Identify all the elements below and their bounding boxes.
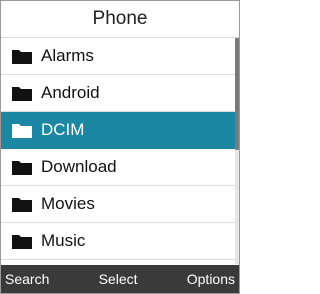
list-item-label: Movies — [41, 194, 95, 213]
phone-screen: Phone Alarms Android DCIM Download Movie… — [0, 0, 240, 294]
list-item-music[interactable]: Music — [1, 223, 235, 260]
folder-icon — [11, 232, 33, 250]
list-item-dcim[interactable]: DCIM — [1, 112, 235, 149]
list-item-alarms[interactable]: Alarms — [1, 38, 235, 75]
softkey-bar: Search Select Options — [1, 265, 239, 293]
list-item-label: DCIM — [41, 120, 85, 139]
folder-icon — [11, 47, 33, 65]
folder-icon — [11, 84, 33, 102]
scrollbar[interactable] — [235, 38, 239, 264]
softkey-search[interactable]: Search — [5, 271, 49, 287]
list-item-movies[interactable]: Movies — [1, 186, 235, 223]
folder-icon — [11, 195, 33, 213]
list-item-label: Download — [41, 157, 117, 176]
list-item-label: Android — [41, 83, 100, 102]
folder-list: Alarms Android DCIM Download Movies Musi… — [1, 38, 235, 264]
folder-icon — [11, 158, 33, 176]
folder-icon — [11, 121, 33, 139]
list-item-label: Alarms — [41, 46, 94, 65]
page-title: Phone — [1, 1, 239, 38]
list-item-android[interactable]: Android — [1, 75, 235, 112]
scrollbar-thumb[interactable] — [235, 38, 239, 150]
softkey-options[interactable]: Options — [187, 271, 235, 287]
list-item-label: Music — [41, 231, 86, 250]
softkey-select[interactable]: Select — [99, 271, 138, 287]
list-item-download[interactable]: Download — [1, 149, 235, 186]
